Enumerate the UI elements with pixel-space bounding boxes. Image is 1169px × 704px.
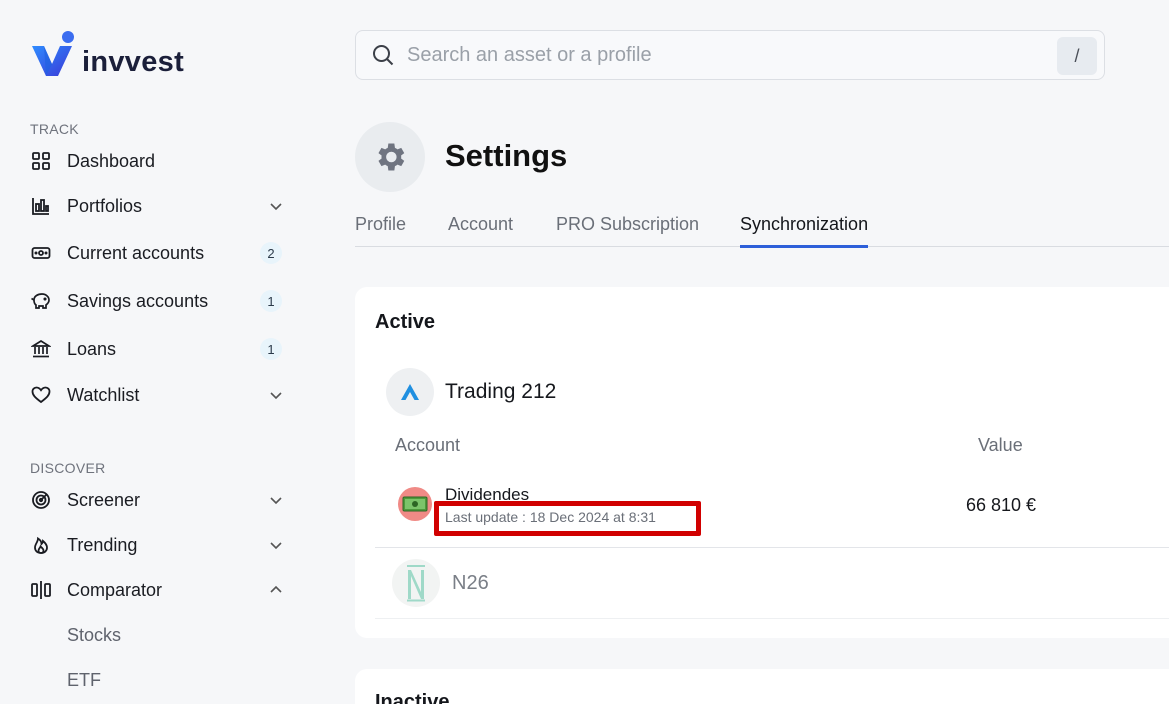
sidebar-item-label: Savings accounts [67,290,209,311]
sidebar-item-portfolios[interactable]: Portfolios [30,189,290,223]
sidebar-item-loans[interactable]: Loans 1 [30,332,290,366]
search-icon [373,45,394,66]
search-bar[interactable]: / [355,30,1105,80]
column-header-value: Value [978,435,1023,455]
sidebar-subitem-etf[interactable]: ETF [30,663,290,697]
sidebar-item-comparator[interactable]: Comparator [30,573,290,607]
tab-pro-subscription[interactable]: PRO Subscription [556,214,699,245]
sidebar-item-watchlist[interactable]: Watchlist [30,378,290,412]
wallet-icon [30,242,52,264]
radar-icon [30,489,52,511]
sidebar-item-label: Screener [67,489,141,510]
sidebar-item-savings-accounts[interactable]: Savings accounts 1 [30,284,290,318]
sidebar: invvest TRACK Dashboard Portfolios Curre… [0,0,320,704]
page-title: Settings [445,138,568,173]
sidebar-item-label: Watchlist [67,384,140,405]
chevron-down-icon[interactable] [268,198,284,214]
sidebar-item-label: Portfolios [67,195,143,216]
row-divider [375,547,1169,548]
section-label-discover: DISCOVER [30,460,106,476]
sidebar-item-dashboard[interactable]: Dashboard [30,144,290,178]
chevron-down-icon[interactable] [268,492,284,508]
section-label-track: TRACK [30,121,79,137]
sidebar-item-current-accounts[interactable]: Current accounts 2 [30,236,290,270]
invvest-logo-icon [30,30,76,80]
money-icon [398,487,432,521]
sidebar-item-label: Current accounts [67,242,205,263]
bar-chart-icon [30,195,52,217]
chevron-up-icon[interactable] [268,582,284,598]
brand-logo[interactable]: invvest [30,30,184,80]
trading212-logo-icon [386,368,434,416]
account-value: 66 810 € [966,495,1037,515]
piggy-bank-icon [30,290,52,312]
tab-synchronization[interactable]: Synchronization [740,214,869,248]
n26-logo-icon [392,559,440,607]
highlight-annotation-box [434,501,701,536]
tab-profile[interactable]: Profile [355,214,406,245]
flame-icon [30,534,52,556]
heart-icon [30,384,52,406]
brand-name: invvest [82,45,185,78]
sidebar-subitem-stocks[interactable]: Stocks [30,618,290,652]
column-header-account: Account [395,435,461,455]
bank-icon [30,338,52,360]
settings-avatar [355,122,425,192]
section-title-active: Active [375,311,436,333]
sidebar-item-trending[interactable]: Trending [30,528,290,562]
sidebar-item-label: Trending [67,534,138,555]
broker-name-n26[interactable]: N26 [452,572,489,595]
sidebar-item-screener[interactable]: Screener [30,483,290,517]
grid-icon [30,150,52,172]
row-divider [375,618,1169,619]
sidebar-item-label: ETF [67,669,101,690]
section-title-inactive: Inactive [375,691,450,704]
settings-tabs: Profile Account PRO Subscription Synchro… [355,210,1169,248]
active-section-card: Active Trading 212 Account Value Dividen… [355,287,1169,638]
sidebar-item-label: Stocks [67,624,122,645]
tab-account[interactable]: Account [448,214,513,245]
broker-name-trading212[interactable]: Trading 212 [445,380,556,404]
sidebar-item-label: Loans [67,338,117,359]
gear-icon [378,143,405,171]
sidebar-item-label: Dashboard [67,150,156,171]
count-badge: 1 [260,290,282,312]
sidebar-item-label: Comparator [67,579,163,600]
count-badge: 1 [260,338,282,360]
count-badge: 2 [260,242,282,264]
compare-icon [30,579,52,601]
chevron-down-icon[interactable] [268,537,284,553]
search-input[interactable] [407,43,1027,67]
chevron-down-icon[interactable] [268,387,284,403]
inactive-section-card: Inactive [355,669,1169,704]
keyboard-shortcut-hint: / [1057,37,1097,75]
